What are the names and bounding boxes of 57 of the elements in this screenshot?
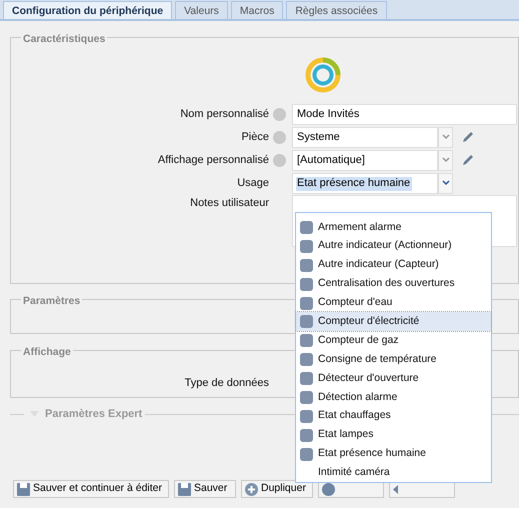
logo-icon bbox=[305, 56, 341, 93]
tab[interactable]: Valeurs bbox=[175, 1, 228, 19]
dropdown-item[interactable]: Etat présence humaine bbox=[296, 444, 491, 464]
section-legend: Affichage bbox=[21, 346, 73, 358]
field-label: Affichage personnalisé bbox=[156, 153, 270, 168]
help-icon[interactable] bbox=[273, 130, 286, 144]
item-icon bbox=[300, 296, 313, 310]
item-icon bbox=[300, 390, 313, 404]
dropdown-item[interactable]: Etat lampes bbox=[296, 426, 491, 445]
tab[interactable]: Configuration du périphérique bbox=[3, 1, 172, 19]
select-field[interactable]: Etat présence humaine bbox=[292, 172, 438, 194]
help-icon[interactable] bbox=[273, 108, 286, 121]
field-label: Nom personnalisé bbox=[179, 107, 270, 122]
item-icon bbox=[300, 448, 313, 461]
field-label: Pièce bbox=[240, 130, 270, 145]
save-icon bbox=[178, 482, 191, 496]
add-icon bbox=[245, 482, 258, 496]
item-icon bbox=[300, 315, 313, 328]
help-icon[interactable] bbox=[273, 154, 286, 167]
item-icon bbox=[300, 334, 313, 348]
button[interactable]: Dupliquer bbox=[241, 480, 313, 498]
dropdown-item[interactable]: Autre indicateur (Actionneur) bbox=[296, 236, 491, 256]
field-label: Usage bbox=[236, 176, 270, 191]
item-icon bbox=[300, 372, 313, 386]
text-field[interactable]: Mode Invités bbox=[292, 104, 517, 125]
select-field[interactable]: [Automatique] bbox=[292, 150, 438, 171]
section-legend: Paramètres bbox=[21, 295, 82, 307]
item-icon bbox=[300, 220, 313, 234]
dropdown-item[interactable]: Compteur d'électricité bbox=[296, 312, 491, 332]
item-icon bbox=[300, 278, 313, 291]
pencil-icon[interactable] bbox=[461, 153, 475, 168]
item-icon bbox=[300, 353, 313, 366]
dropdown-item[interactable]: Autre indicateur (Capteur) bbox=[296, 256, 491, 275]
dropdown-item[interactable]: Détection alarme bbox=[296, 388, 491, 407]
dropdown-item[interactable]: Compteur de gaz bbox=[296, 331, 491, 350]
item-icon bbox=[300, 258, 313, 272]
dropdown-item[interactable]: Etat chauffages bbox=[296, 406, 491, 426]
dropdown-item[interactable]: Compteur d'eau bbox=[296, 294, 491, 312]
select-field[interactable]: Systeme bbox=[292, 126, 438, 148]
item-icon bbox=[300, 410, 313, 423]
dropdown-item[interactable]: Centralisation des ouvertures bbox=[296, 274, 491, 294]
item-icon bbox=[300, 428, 313, 442]
section-legend: Caractéristiques bbox=[21, 33, 108, 45]
dropdown-item[interactable]: Détecteur d'ouverture bbox=[296, 369, 491, 388]
field-label: Type de données bbox=[184, 376, 270, 391]
section-legend: Paramètres Expert bbox=[45, 406, 142, 422]
item-icon bbox=[300, 240, 313, 253]
pencil-icon[interactable] bbox=[461, 130, 475, 144]
save-icon bbox=[17, 482, 30, 496]
tab[interactable]: Règles associées bbox=[286, 1, 387, 19]
tab[interactable]: Macros bbox=[230, 1, 284, 19]
button[interactable]: Sauver bbox=[174, 480, 236, 498]
field-label: Notes utilisateur bbox=[189, 196, 270, 211]
dropdown-item[interactable]: Intimité caméra bbox=[296, 464, 491, 482]
dropdown-item[interactable]: Consigne de température bbox=[296, 350, 491, 370]
button[interactable]: Sauver et continuer à éditer bbox=[13, 480, 169, 498]
dropdown-item[interactable]: Armement alarme bbox=[296, 218, 491, 237]
